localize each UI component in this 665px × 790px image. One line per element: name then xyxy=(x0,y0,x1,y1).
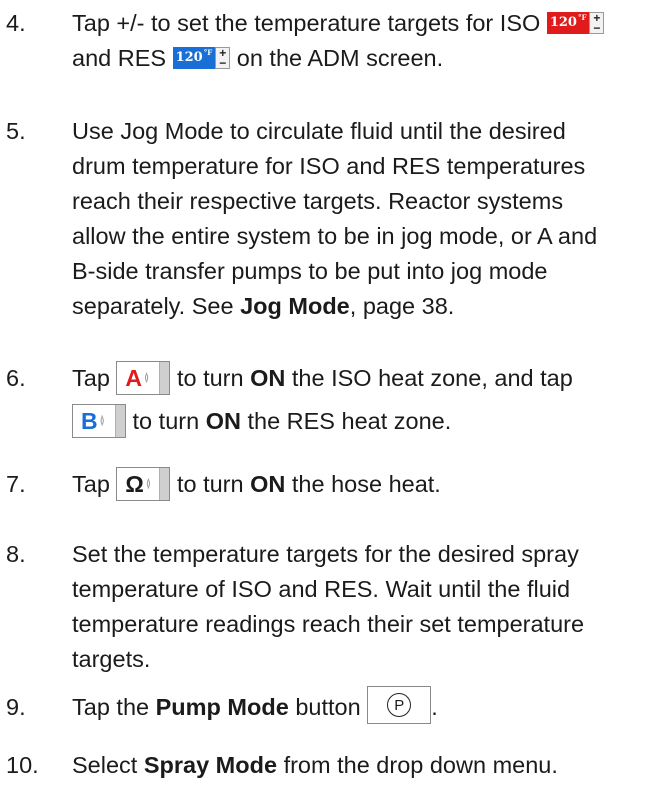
pump-mode-button[interactable]: P xyxy=(367,686,432,724)
step-text-line: targets. xyxy=(72,646,151,672)
iso-temperature-value: 120°F xyxy=(546,11,590,34)
step-body: Tap A ≬ to turn ON the ISO heat zone, an… xyxy=(72,360,662,439)
step-body: Use Jog Mode to circulate fluid until th… xyxy=(72,114,662,324)
step-text: Tap +/- to set the temperature targets f… xyxy=(72,10,541,36)
step-number: 9. xyxy=(6,694,26,720)
minus-icon[interactable]: − xyxy=(593,22,600,34)
zone-status-bar xyxy=(159,361,170,394)
step-body: Tap +/- to set the temperature targets f… xyxy=(72,6,662,76)
res-temperature-target[interactable]: 120°F + − xyxy=(172,46,231,69)
hose-heat-button[interactable]: Ω ≬ xyxy=(116,466,171,501)
step-text-line: temperature readings reach their set tem… xyxy=(72,611,585,637)
pump-mode-icon: P xyxy=(387,693,412,717)
step-number: 8. xyxy=(6,541,26,567)
step-text-line: drum temperature for ISO and RES tempera… xyxy=(72,153,586,179)
flame-icon: ≬ xyxy=(144,371,150,384)
step-text-line: Set the temperature targets for the desi… xyxy=(72,541,579,567)
zone-a-label: A xyxy=(125,364,143,391)
step-body: Tap the Pump Mode button P . xyxy=(72,686,662,725)
step-number: 4. xyxy=(6,10,26,36)
iso-temperature-target[interactable]: 120°F + − xyxy=(546,11,605,34)
plus-minus-stepper[interactable]: + − xyxy=(215,46,231,69)
step-body: Set the temperature targets for the desi… xyxy=(72,537,662,677)
zone-status-bar xyxy=(115,404,125,437)
flame-icon: ≬ xyxy=(99,414,105,427)
plus-minus-stepper[interactable]: + − xyxy=(589,11,605,34)
step-text-line: separately. See Jog Mode, page 38. xyxy=(72,293,455,319)
spray-mode-reference: Spray Mode xyxy=(143,752,278,778)
step-text: on the ADM screen. xyxy=(236,45,444,71)
step-number: 5. xyxy=(6,118,26,144)
jog-mode-reference: Jog Mode xyxy=(240,293,350,319)
step-text-line: Use Jog Mode to circulate fluid until th… xyxy=(72,118,566,144)
zone-status-bar xyxy=(159,467,170,500)
minus-icon[interactable]: − xyxy=(219,57,226,69)
step-body: Select Spray Mode from the drop down men… xyxy=(72,752,558,778)
step-text-line: allow the entire system to be in jog mod… xyxy=(72,223,598,249)
res-temperature-value: 120°F xyxy=(172,46,216,69)
step-text-line: B-side transfer pumps to be put into jog… xyxy=(72,258,548,284)
res-heat-zone-button[interactable]: B ≬ xyxy=(72,403,126,438)
step-text-line: reach their respective targets. Reactor … xyxy=(72,188,564,214)
flame-icon: ≬ xyxy=(145,477,151,490)
step-body: Tap Ω ≬ to turn ON the hose heat. xyxy=(72,466,662,502)
zone-b-label: B xyxy=(81,407,98,434)
step-number: 7. xyxy=(6,471,26,497)
hose-label: Ω xyxy=(125,470,144,497)
step-number: 10. xyxy=(6,752,39,778)
step-text-line: temperature of ISO and RES. Wait until t… xyxy=(72,576,571,602)
iso-heat-zone-button[interactable]: A ≬ xyxy=(116,360,171,395)
step-text: and RES xyxy=(72,45,167,71)
step-number: 6. xyxy=(6,365,26,391)
